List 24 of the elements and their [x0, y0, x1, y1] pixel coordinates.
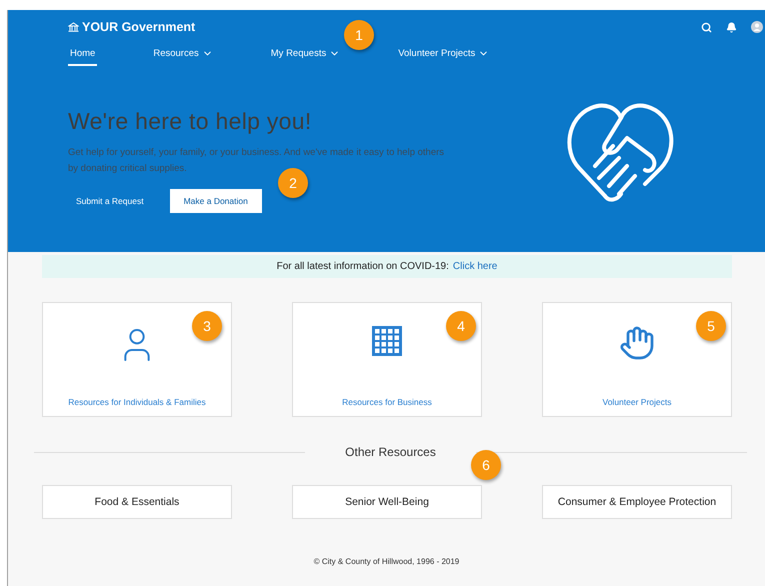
resource-link-card[interactable]: Senior Well-Being	[292, 485, 482, 519]
card-link[interactable]: Resources for Individuals & Families	[68, 397, 206, 407]
notice-text: For all latest information on COVID-19:	[276, 261, 449, 272]
hero-title: We're here to help you!	[68, 108, 313, 135]
nav-tab[interactable]: My Requests	[268, 46, 342, 66]
copyright-text: © City & County of Hillwood, 1996 - 2019	[312, 557, 460, 566]
building-icon	[371, 325, 403, 357]
callout-marker: 6	[471, 450, 501, 480]
search-icon[interactable]	[701, 22, 712, 32]
click-here-link[interactable]: Click here	[452, 261, 498, 272]
resource-link-card[interactable]: Food & Essentials	[42, 485, 232, 519]
card-link[interactable]: Resources for Business	[342, 397, 432, 407]
hand-icon	[619, 325, 655, 361]
nav-tab[interactable]: Resources	[151, 46, 215, 66]
avatar-icon[interactable]	[751, 21, 763, 33]
bell-icon[interactable]	[726, 22, 737, 32]
building-icon	[68, 22, 79, 32]
card-link[interactable]: Volunteer Projects	[602, 397, 672, 407]
donation-button[interactable]: Make a Donation	[170, 189, 262, 213]
nav-tab[interactable]: Home	[68, 46, 98, 66]
resource-link-card[interactable]: Consumer & Employee Protection	[542, 485, 732, 519]
section-title: Other Resources	[345, 445, 436, 459]
nav-tab[interactable]: Volunteer Projects	[396, 46, 492, 66]
request-button[interactable]: Submit a Request	[62, 189, 158, 213]
